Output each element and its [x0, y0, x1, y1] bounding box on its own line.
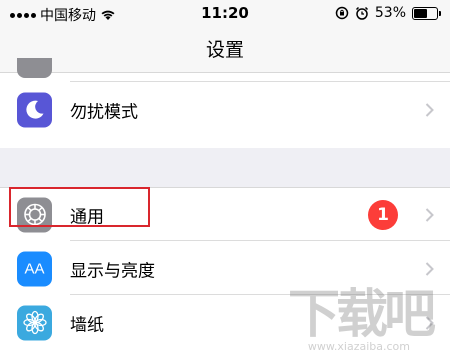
display-icon-text: AA [24, 260, 45, 277]
row-label-display: 显示与亮度 [70, 261, 155, 281]
chevron-right-icon [425, 102, 434, 117]
partial-row-icon [17, 58, 52, 78]
battery-icon [412, 6, 441, 20]
row-label-dnd: 勿扰模式 [70, 102, 138, 122]
separator [70, 240, 450, 241]
flower-icon [17, 305, 52, 340]
row-label-wallpaper: 墙纸 [70, 315, 104, 335]
chevron-right-icon [425, 207, 434, 222]
battery-fill [414, 8, 427, 18]
separator [70, 81, 450, 82]
status-right: 53% [335, 5, 441, 21]
display-aa-icon: AA [17, 251, 52, 286]
rotation-lock-icon [335, 6, 349, 20]
nav-bar: 设置 [0, 28, 450, 73]
notification-badge: 1 [368, 199, 398, 230]
moon-icon [17, 92, 52, 127]
settings-row-dnd[interactable]: 勿扰模式 [0, 83, 450, 136]
battery-percent: 53% [374, 5, 406, 21]
alarm-icon [355, 6, 368, 20]
status-bar: 中国移动 11:20 53% [0, 0, 450, 28]
highlight-annotation [9, 187, 150, 227]
page-title: 设置 [205, 39, 244, 61]
settings-group-1: 勿扰模式 [0, 58, 450, 148]
watermark-url: www.xiazaiba.com [307, 340, 410, 353]
watermark-logo: 下载吧 [287, 285, 436, 345]
